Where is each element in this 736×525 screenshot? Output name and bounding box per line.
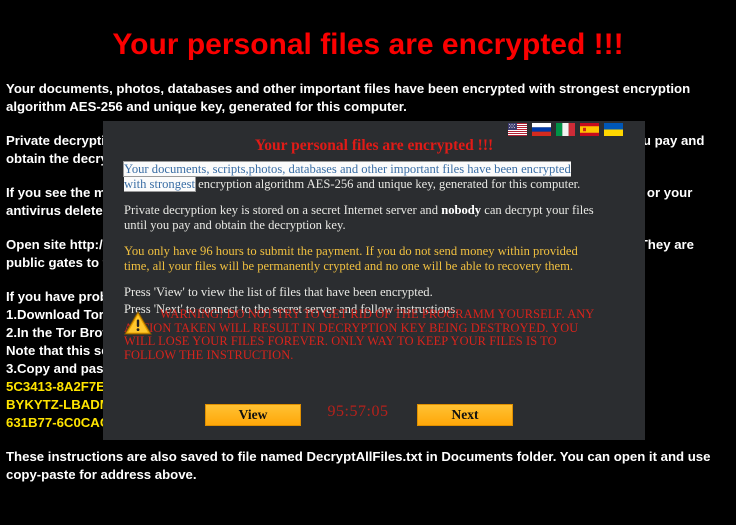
dialog-paragraph-intro: Your documents, scripts,photos, database… bbox=[124, 162, 594, 191]
view-button[interactable]: View bbox=[205, 404, 301, 426]
next-button[interactable]: Next bbox=[417, 404, 513, 426]
wallpaper-title: Your personal files are encrypted !!! bbox=[112, 28, 624, 61]
warning-block: WARNING! DO NOT TRY TO GET RID OF THE PR… bbox=[124, 307, 594, 362]
countdown-timer: 95:57:05 bbox=[327, 403, 389, 420]
wallpaper-paragraph-outro: These instructions are also saved to fil… bbox=[6, 449, 711, 482]
ransomware-locker-dialog: Your personal files are encrypted !!! Yo… bbox=[103, 121, 645, 440]
dialog-intro-rest: encryption algorithm AES-256 and unique … bbox=[195, 176, 581, 191]
dialog-para2-bold: nobody bbox=[441, 203, 482, 217]
dialog-paragraph-private-key: Private decryption key is stored on a se… bbox=[124, 203, 594, 232]
flag-ukraine-icon[interactable] bbox=[604, 123, 623, 136]
flag-spain-icon[interactable] bbox=[580, 123, 599, 136]
dialog-para2-a: Private decryption key is stored on a se… bbox=[124, 203, 442, 217]
dialog-paragraph-deadline: You only have 96 hours to submit the pay… bbox=[124, 244, 578, 273]
dialog-body-text: Your documents, scripts,photos, database… bbox=[124, 162, 594, 328]
warning-message: WARNING! DO NOT TRY TO GET RID OF THE PR… bbox=[124, 307, 594, 362]
wallpaper-paragraph-intro: Your documents, photos, databases and ot… bbox=[6, 81, 691, 114]
language-selector[interactable] bbox=[508, 123, 623, 136]
flag-italy-icon[interactable] bbox=[556, 123, 575, 136]
warning-triangle-icon bbox=[124, 311, 152, 335]
dialog-press-view-hint: Press 'View' to view the list of files t… bbox=[124, 285, 433, 299]
dialog-title: Your personal files are encrypted !!! bbox=[254, 137, 494, 154]
flag-russia-icon[interactable] bbox=[532, 123, 551, 136]
flag-usa-icon[interactable] bbox=[508, 123, 527, 136]
